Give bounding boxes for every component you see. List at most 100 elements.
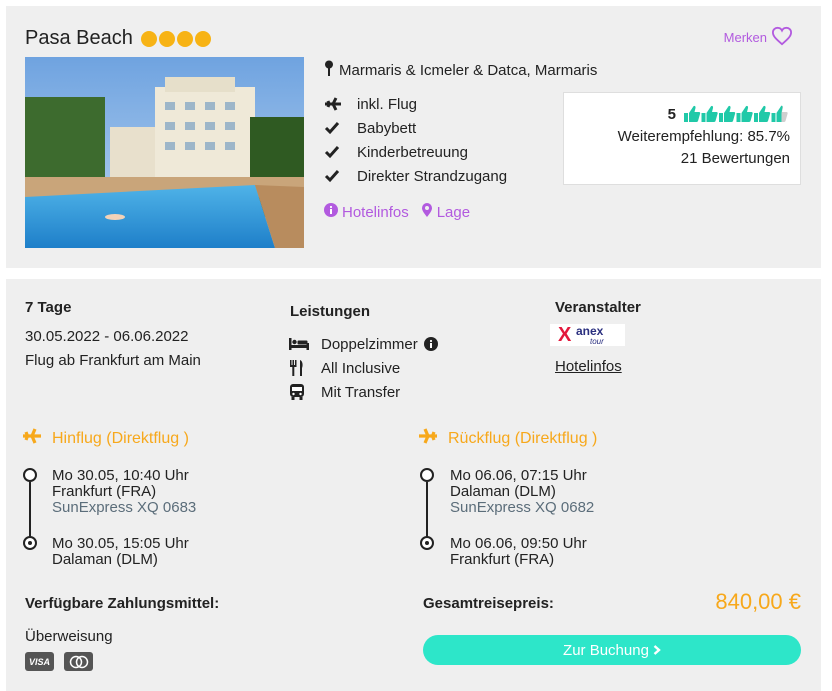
outbound-airline: SunExpress XQ 0683 — [52, 499, 197, 516]
plane-return-icon — [418, 427, 438, 450]
logo-subtext: tour — [590, 337, 604, 346]
trip-duration: 7 Tage — [25, 299, 72, 316]
star-icon — [158, 30, 175, 47]
check-icon — [324, 145, 357, 159]
operator-hotelinfos-link[interactable]: Hotelinfos — [555, 358, 622, 375]
merken-label: Merken — [723, 30, 767, 45]
inbound-departure: Mo 06.06, 07:15 Uhr Dalaman (DLM) SunExp… — [450, 468, 594, 516]
inbound-arr-airport: Frankfurt (FRA) — [450, 551, 555, 568]
hotelinfos-link[interactable]: Hotelinfos — [324, 202, 409, 222]
feature-item: Kinderbetreuung — [324, 140, 507, 164]
timeline-line — [426, 482, 428, 537]
rating-score: 5 — [667, 105, 676, 123]
services-title: Leistungen — [290, 303, 371, 320]
payment-title: Verfügbare Zahlungsmittel: — [25, 595, 220, 612]
feature-item: Direkter Strandzugang — [324, 164, 507, 188]
inbound-arrival: Mo 06.06, 09:50 Uhr Frankfurt (FRA) — [450, 536, 587, 568]
departure-airport: Flug ab Frankfurt am Main — [25, 352, 201, 369]
rating-box[interactable]: 5 Weiterempfehlung: 85.7% 21 Bewertungen — [563, 92, 801, 185]
hotel-title: Pasa Beach — [25, 27, 211, 50]
info-icon — [324, 203, 338, 221]
inbound-header: Rückflug (Direktflug ) — [418, 427, 597, 450]
feature-label: Kinderbetreuung — [357, 143, 468, 161]
outbound-dep-time: Mo 30.05, 10:40 Uhr — [52, 467, 189, 484]
thumbs-up-icon — [684, 105, 788, 122]
service-label: All Inclusive — [321, 359, 401, 377]
inbound-arr-time: Mo 06.06, 09:50 Uhr — [450, 535, 587, 552]
services-list: Doppelzimmer All Inclusive Mit Transfer — [289, 332, 438, 404]
payment-method: Überweisung — [25, 628, 113, 645]
offer-details: 7 Tage 30.05.2022 - 06.06.2022 Flug ab F… — [6, 279, 821, 691]
review-count: 21 Bewertungen — [680, 150, 790, 167]
outbound-dep-airport: Frankfurt (FRA) — [52, 483, 157, 500]
outbound-arr-time: Mo 30.05, 15:05 Uhr — [52, 535, 189, 552]
service-label: Doppelzimmer — [321, 335, 418, 353]
service-label: Mit Transfer — [321, 383, 401, 401]
recommendation-rate: Weiterempfehlung: 85.7% — [617, 128, 790, 145]
outbound-arrival: Mo 30.05, 15:05 Uhr Dalaman (DLM) — [52, 536, 189, 568]
plane-icon — [22, 427, 42, 450]
inbound-airline: SunExpress XQ 0682 — [450, 499, 595, 516]
cutlery-icon — [289, 360, 321, 376]
heart-icon — [771, 26, 793, 49]
total-price-label: Gesamtreisepreis: — [423, 595, 554, 612]
feature-item: inkl. Flug — [324, 92, 507, 116]
book-button-label: Zur Buchung — [563, 641, 649, 659]
hotel-photo[interactable] — [25, 57, 304, 248]
thumbs-rating — [684, 105, 790, 123]
visa-icon: VISA — [25, 652, 54, 671]
map-marker-icon — [421, 202, 433, 222]
map-pin-icon — [324, 60, 334, 80]
hotel-links: Hotelinfos Lage — [324, 202, 470, 222]
feature-label: inkl. Flug — [357, 95, 418, 113]
trip-dates: 30.05.2022 - 06.06.2022 — [25, 328, 189, 345]
rating-summary: 5 — [574, 105, 790, 123]
bed-icon — [289, 337, 321, 351]
lage-label: Lage — [436, 203, 471, 221]
location-text: Marmaris & Icmeler & Datca, Marmaris — [339, 61, 598, 79]
arrival-node — [420, 536, 434, 550]
book-button[interactable]: Zur Buchung — [423, 635, 801, 665]
arrival-node — [23, 536, 37, 550]
outbound-title: Hinflug (Direktflug ) — [52, 429, 189, 447]
operator-logo: X anex tour — [550, 324, 625, 346]
plane-icon — [324, 96, 357, 112]
chevron-right-icon — [653, 642, 661, 659]
info-icon[interactable] — [423, 337, 438, 351]
svg-text:X: X — [558, 324, 572, 346]
hotel-name[interactable]: Pasa Beach — [25, 27, 133, 50]
star-rating — [140, 30, 211, 47]
payment-cards: VISA — [25, 652, 93, 671]
mastercard-icon — [64, 652, 93, 671]
check-icon — [324, 121, 357, 135]
lage-link[interactable]: Lage — [421, 202, 470, 222]
outbound-departure: Mo 30.05, 10:40 Uhr Frankfurt (FRA) SunE… — [52, 468, 196, 516]
check-icon — [324, 169, 357, 183]
departure-node — [420, 468, 434, 482]
service-item: Doppelzimmer — [289, 332, 438, 356]
hotel-card: Pasa Beach Merken Marmaris & Icmeler & D… — [6, 6, 821, 268]
inbound-dep-time: Mo 06.06, 07:15 Uhr — [450, 467, 587, 484]
star-icon — [194, 30, 211, 47]
feature-item: Babybett — [324, 116, 507, 140]
hotel-features: inkl. Flug Babybett Kinderbetreuung Dire… — [324, 92, 507, 188]
service-item: Mit Transfer — [289, 380, 438, 404]
total-price: 840,00 € — [715, 589, 801, 614]
outbound-header: Hinflug (Direktflug ) — [22, 427, 189, 450]
inbound-dep-airport: Dalaman (DLM) — [450, 483, 556, 500]
outbound-arr-airport: Dalaman (DLM) — [52, 551, 158, 568]
star-icon — [140, 30, 157, 47]
departure-node — [23, 468, 37, 482]
hotel-location: Marmaris & Icmeler & Datca, Marmaris — [324, 60, 597, 80]
feature-label: Direkter Strandzugang — [357, 167, 508, 185]
inbound-title: Rückflug (Direktflug ) — [448, 429, 598, 447]
timeline-line — [29, 482, 31, 537]
feature-label: Babybett — [357, 119, 417, 137]
operator-title: Veranstalter — [555, 299, 641, 316]
bus-icon — [289, 384, 321, 400]
service-item: All Inclusive — [289, 356, 438, 380]
star-icon — [176, 30, 193, 47]
hotelinfos-label: Hotelinfos — [342, 203, 409, 221]
merken-button[interactable]: Merken — [724, 26, 793, 49]
logo-text: anex — [576, 324, 604, 338]
